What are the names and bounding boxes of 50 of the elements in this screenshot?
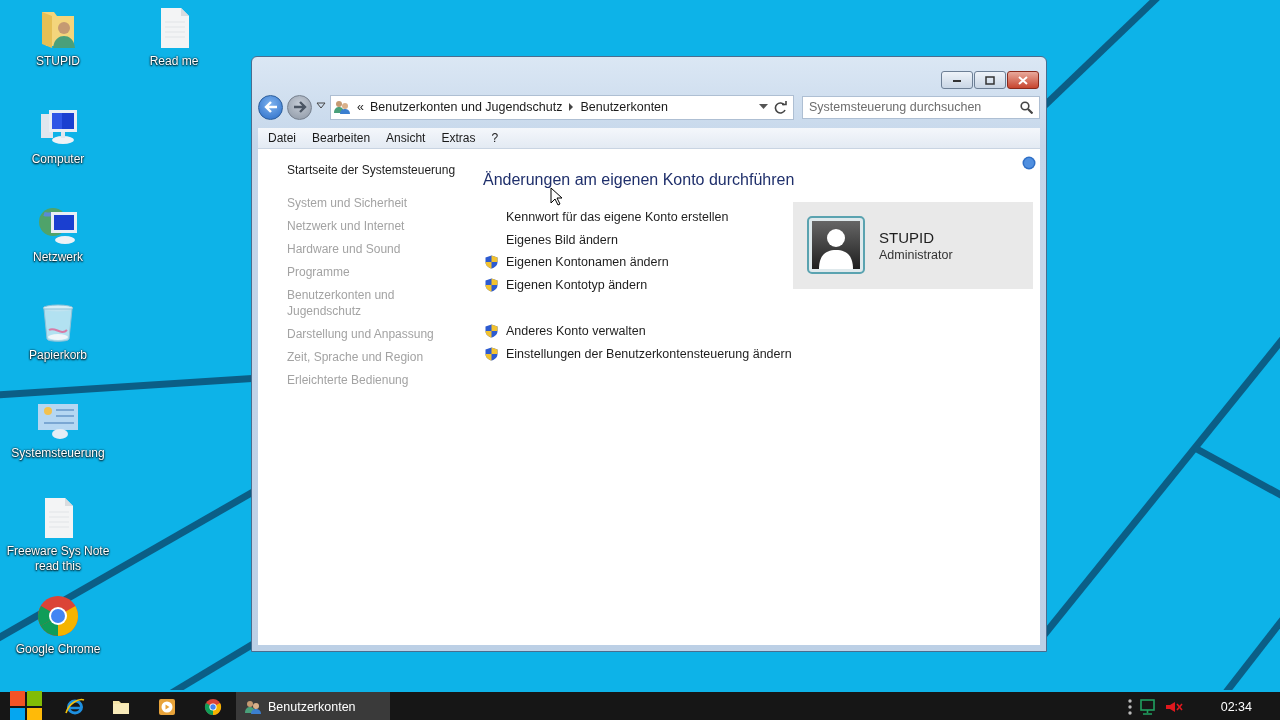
clock: 02:34 <box>1220 700 1252 714</box>
task-link[interactable]: Eigenen Kontotyp ändern <box>483 276 793 293</box>
overflow-chevron[interactable]: « <box>357 100 364 114</box>
user-avatar-icon <box>807 215 865 276</box>
search-field[interactable]: Systemsteuerung durchsuchen <box>802 95 1040 119</box>
sidebar-link[interactable]: Startseite der Systemsteuerung <box>287 162 456 178</box>
task-link[interactable]: Anderes Konto verwalten <box>483 323 793 340</box>
menu-item[interactable]: Datei <box>260 131 304 145</box>
close-icon <box>1018 75 1028 85</box>
overflow-dots-icon[interactable] <box>1127 698 1132 716</box>
account-type: Administrator <box>879 248 953 262</box>
breadcrumb-arrow-icon <box>568 103 575 111</box>
taskbar-window-button[interactable]: Benutzerkonten <box>236 692 390 720</box>
forward-button[interactable] <box>287 94 312 120</box>
users-icon <box>333 99 351 115</box>
minimize-icon <box>952 77 962 83</box>
maximize-icon <box>985 75 995 85</box>
close-button[interactable] <box>1007 71 1039 89</box>
menu-item[interactable]: Ansicht <box>378 131 434 145</box>
task-link[interactable]: Eigenen Kontonamen ändern <box>483 254 793 271</box>
users-icon <box>244 699 262 715</box>
caret-icon <box>316 102 326 110</box>
network-icon[interactable] <box>1139 699 1157 715</box>
windows-logo-icon <box>10 691 42 720</box>
maximize-button[interactable] <box>974 71 1006 89</box>
menu-item[interactable]: ? <box>483 131 507 145</box>
volume-muted-icon[interactable] <box>1164 701 1183 713</box>
refresh-icon[interactable] <box>774 100 787 114</box>
browser-e-icon <box>65 697 85 717</box>
chrome-icon <box>36 594 80 638</box>
task-link[interactable]: Kennwort für das eigene Konto erstellen <box>483 209 793 226</box>
task-link[interactable]: Eigenes Bild ändern <box>483 231 793 248</box>
breadcrumb-link[interactable]: Benutzerkonten <box>580 100 668 114</box>
forward-arrow-icon <box>292 101 307 113</box>
page-heading: Änderungen am eigenen Konto durchführen <box>483 171 795 188</box>
back-arrow-icon <box>263 101 278 113</box>
back-button[interactable] <box>258 94 283 120</box>
menu-item[interactable]: Extras <box>433 131 484 145</box>
menu-item[interactable]: Bearbeiten <box>304 131 379 145</box>
media-player-icon <box>157 697 177 717</box>
mouse-cursor-icon <box>550 187 562 206</box>
address-bar[interactable]: « Benutzerkonten und Jugendschutz Benutzerkonten <box>330 94 794 120</box>
help-icon[interactable] <box>1022 156 1036 170</box>
chrome-icon <box>203 697 223 717</box>
dropdown-arrow-icon <box>759 104 768 110</box>
task-link[interactable]: Einstellungen der Benutzerkontensteuerung ändern <box>483 345 793 362</box>
minimize-button[interactable] <box>941 71 973 89</box>
breadcrumb-link[interactable]: Benutzerkonten und Jugendschutz <box>369 100 563 114</box>
search-icon <box>1020 100 1033 114</box>
account-name: STUPID <box>879 229 935 246</box>
